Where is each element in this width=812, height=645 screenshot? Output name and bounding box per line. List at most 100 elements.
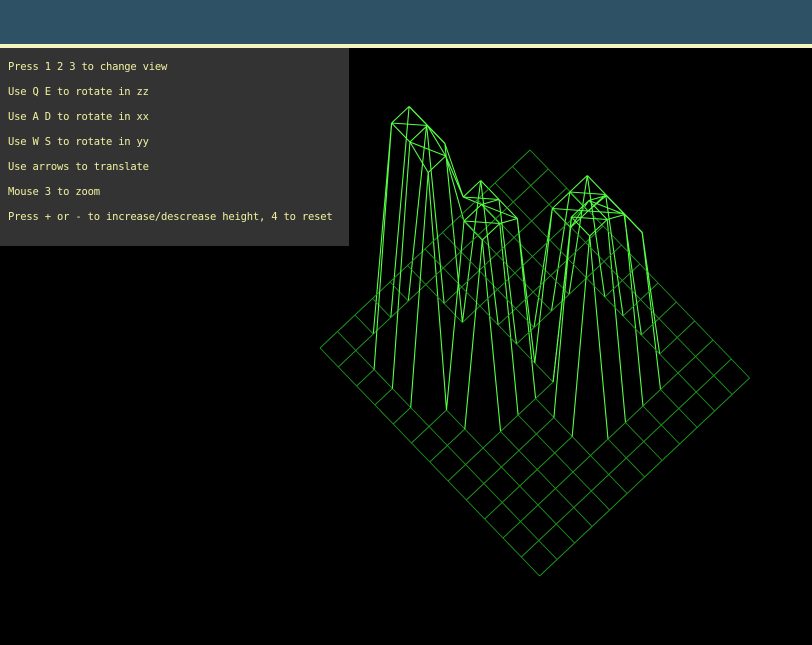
wire-edge (498, 199, 518, 219)
wire-edge (534, 362, 554, 383)
wire-edge (446, 428, 466, 446)
wire-diagonal (391, 122, 428, 126)
help-line-zoom: Mouse 3 to zoom (8, 186, 100, 198)
wire-edge (512, 166, 532, 186)
wire-edge (463, 204, 482, 222)
wire-edge (626, 476, 645, 494)
wire-edge (390, 300, 409, 318)
wire-edge (465, 464, 485, 484)
wire-edge (446, 445, 466, 465)
wire-edge (659, 337, 678, 355)
help-line-translate: Use arrows to translate (8, 161, 149, 173)
wire-edge (494, 166, 513, 184)
wire-edge (517, 414, 537, 435)
wire-edge (590, 474, 610, 492)
wire-edge (609, 493, 628, 511)
help-line-rotate-zz: Use Q E to rotate in zz (8, 86, 149, 98)
wire-edge (502, 521, 521, 539)
wire-edge (608, 457, 627, 475)
wire-edge (499, 223, 519, 416)
wire-edge (567, 258, 587, 279)
wire-edge (607, 422, 626, 440)
wire-edge (695, 391, 715, 412)
wire-edge (659, 353, 679, 374)
wire-edge (590, 455, 610, 475)
wire-edge (484, 502, 503, 520)
wire-edge (643, 424, 662, 442)
wire-edge (391, 106, 410, 124)
wire-edge (426, 124, 445, 304)
wire-edge (373, 122, 393, 370)
wire-edge (462, 180, 482, 198)
wire-edge (608, 474, 628, 494)
wire-edge (355, 350, 375, 370)
wire-edge (407, 124, 428, 302)
wire-edge (410, 172, 429, 408)
wire-edge (536, 469, 556, 489)
wire-edge (520, 556, 540, 577)
wire-edge (532, 256, 552, 276)
wire-edge (409, 141, 429, 173)
wire-edge (512, 149, 531, 167)
wire-edge (590, 438, 609, 456)
wire-edge (679, 427, 698, 445)
wire-edge (465, 447, 484, 465)
wire-edge (531, 204, 550, 222)
wire-edge (482, 447, 502, 468)
wire-edge (660, 389, 680, 409)
wire-edge (443, 303, 463, 323)
wire-edge (337, 350, 357, 368)
wire-edge (536, 433, 556, 454)
wire-edge (714, 394, 733, 412)
wire-edge (411, 426, 430, 444)
wire-edge (445, 155, 465, 222)
wire-edge (547, 168, 567, 189)
wire-edge (460, 234, 479, 252)
wire-edge (661, 443, 680, 461)
wire-edge (548, 187, 567, 205)
wire-edge (372, 281, 391, 299)
wire-edge (519, 485, 539, 506)
wire-edge (571, 436, 591, 456)
wire-edge (660, 424, 680, 445)
wire-edge (591, 509, 610, 527)
wire-edge (676, 337, 696, 357)
help-line-height: Press + or - to increase/descrease heigh… (8, 211, 333, 223)
wire-edge (658, 301, 677, 319)
wire-edge (519, 469, 538, 487)
wire-edge (530, 185, 550, 205)
wire-edge (428, 426, 448, 446)
wire-edge (513, 220, 532, 238)
wire-edge (389, 265, 408, 283)
wire-edge (515, 291, 534, 309)
wire-edge (461, 270, 480, 288)
help-overlay-panel: Press 1 2 3 to change view Use Q E to ro… (0, 48, 349, 246)
wire-edge (428, 409, 447, 427)
wire-edge (447, 480, 467, 501)
wire-edge (459, 199, 478, 217)
wire-edge (574, 526, 593, 544)
wire-edge (695, 375, 715, 393)
wire-edge (429, 445, 448, 463)
wire-edge (625, 441, 645, 459)
wire-edge (337, 331, 357, 351)
wire-edge (536, 452, 556, 470)
wire-edge (641, 232, 661, 355)
wire-edge (425, 284, 445, 304)
help-line-rotate-yy: Use W S to rotate in yy (8, 136, 149, 148)
wire-edge (660, 408, 680, 426)
wire-edge (625, 457, 645, 478)
wire-edge (337, 366, 357, 387)
wire-edge (572, 471, 592, 492)
wire-edge (354, 314, 374, 335)
wire-edge (427, 172, 448, 411)
wire-edge (466, 483, 485, 501)
wire-edge (642, 389, 661, 407)
wire-diagonal (606, 195, 643, 233)
window-titlebar[interactable] (0, 0, 812, 44)
wire-edge (573, 507, 593, 527)
wire-edge (374, 404, 394, 425)
wire-edge (624, 214, 644, 407)
wire-edge (410, 407, 430, 427)
wire-edge (484, 518, 504, 539)
